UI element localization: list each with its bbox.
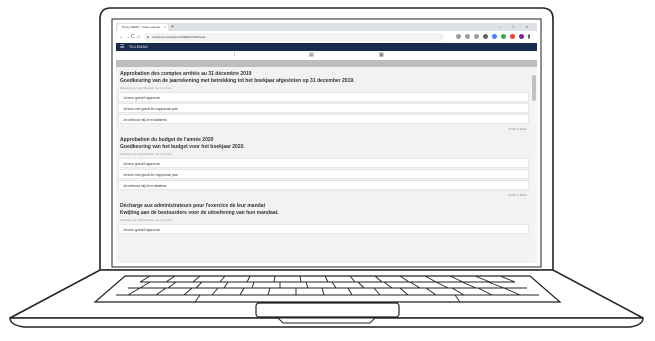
section-title-fr: Approbation du budget de l'année 2020 bbox=[120, 137, 214, 143]
reload-icon[interactable]: C bbox=[131, 33, 135, 41]
app-title: TILLEMAN bbox=[129, 45, 148, 49]
extension-icon[interactable] bbox=[465, 34, 470, 39]
extension-icon[interactable] bbox=[483, 34, 488, 39]
icon-toolbar: ⁞ ▤ ▦ bbox=[116, 51, 537, 60]
vote-option-abstain[interactable]: Je onthoud mij/Je m'abstiens bbox=[118, 114, 529, 124]
scrollbar[interactable] bbox=[531, 67, 537, 263]
extension-icon[interactable] bbox=[501, 34, 506, 39]
back-arrow-icon[interactable]: ← bbox=[119, 33, 124, 41]
home-icon[interactable]: ⌂ bbox=[137, 33, 140, 41]
window-controls[interactable]: – □ × bbox=[499, 23, 533, 31]
grid-icon[interactable]: ▦ bbox=[379, 52, 384, 59]
hamburger-menu-icon[interactable]: ☰ bbox=[120, 43, 124, 51]
extension-icon[interactable] bbox=[510, 34, 515, 39]
extension-icon[interactable] bbox=[492, 34, 497, 39]
cancel-button[interactable]: ANNULEER bbox=[508, 193, 527, 197]
divider-band bbox=[116, 60, 537, 67]
menu-kebab-icon[interactable] bbox=[528, 34, 530, 39]
lock-icon: ■ bbox=[147, 35, 149, 39]
vote-option-approve[interactable]: Je keur goed/J'approuve bbox=[118, 92, 529, 102]
browser-toolbar: ← → C ⌂ ■ votedemo.example.be/DEMO/2020/… bbox=[116, 31, 537, 43]
browser-chrome: Proxy DEMO - Votes vasnou... × + – □ × ←… bbox=[116, 23, 537, 43]
section-title-nl: Goedkeuring van het budget voor het boek… bbox=[120, 144, 245, 150]
vote-option-abstain[interactable]: Je onthoud mij/Je m'abstiens bbox=[118, 180, 529, 190]
app-header: ☰ TILLEMAN bbox=[116, 43, 537, 51]
scrollbar-thumb[interactable] bbox=[532, 75, 536, 101]
profile-avatar-icon[interactable] bbox=[519, 34, 524, 39]
vote-option-approve[interactable]: Je keur goed/J'approuve bbox=[118, 158, 529, 168]
vote-list: Approbation des comptes arrêtés au 31 dé… bbox=[116, 67, 531, 263]
section-title-nl: Kwijting aan de bestuurders voor de uito… bbox=[120, 210, 279, 216]
section-title-fr: Décharge aux administrateurs pour l'exer… bbox=[120, 203, 266, 209]
tab-close-icon[interactable]: × bbox=[164, 24, 166, 31]
address-bar[interactable]: ■ votedemo.example.be/DEMO/2020/vote bbox=[144, 33, 444, 41]
more-icon[interactable]: ⁞ bbox=[234, 52, 235, 59]
forward-arrow-icon[interactable]: → bbox=[125, 33, 130, 41]
cancel-button[interactable]: ANNULEER bbox=[508, 127, 527, 131]
browser-tab[interactable]: Proxy DEMO - Votes vasnou... × bbox=[118, 24, 168, 31]
section-title-nl: Goedkeuring van de jaarrekening met betr… bbox=[120, 78, 355, 84]
section-hint: Sélection ter identification de vos choi… bbox=[120, 152, 172, 156]
tab-bar: Proxy DEMO - Votes vasnou... × + – □ × bbox=[116, 23, 537, 31]
tab-title: Proxy DEMO - Votes vasnou... bbox=[122, 25, 163, 29]
vote-option-approve[interactable]: Je keur goed/J'approuve bbox=[118, 224, 529, 234]
section-hint: Sélection ter identification de vos choi… bbox=[120, 86, 172, 90]
extension-icon[interactable] bbox=[474, 34, 479, 39]
vote-option-reject[interactable]: Je keur niet goed/Je n'approuve pas bbox=[118, 169, 529, 179]
vote-option-reject[interactable]: Je keur niet goed/Je n'approuve pas bbox=[118, 103, 529, 113]
new-tab-button[interactable]: + bbox=[171, 24, 174, 30]
list-icon[interactable]: ▤ bbox=[309, 52, 314, 59]
screen: Proxy DEMO - Votes vasnou... × + – □ × ←… bbox=[116, 23, 537, 263]
extension-icon[interactable] bbox=[456, 34, 461, 39]
section-hint: Sélection ter identification de vos choi… bbox=[120, 218, 172, 222]
section-title-fr: Approbation des comptes arrêtés au 31 dé… bbox=[120, 71, 252, 77]
url-text: votedemo.example.be/DEMO/2020/vote bbox=[152, 35, 206, 39]
